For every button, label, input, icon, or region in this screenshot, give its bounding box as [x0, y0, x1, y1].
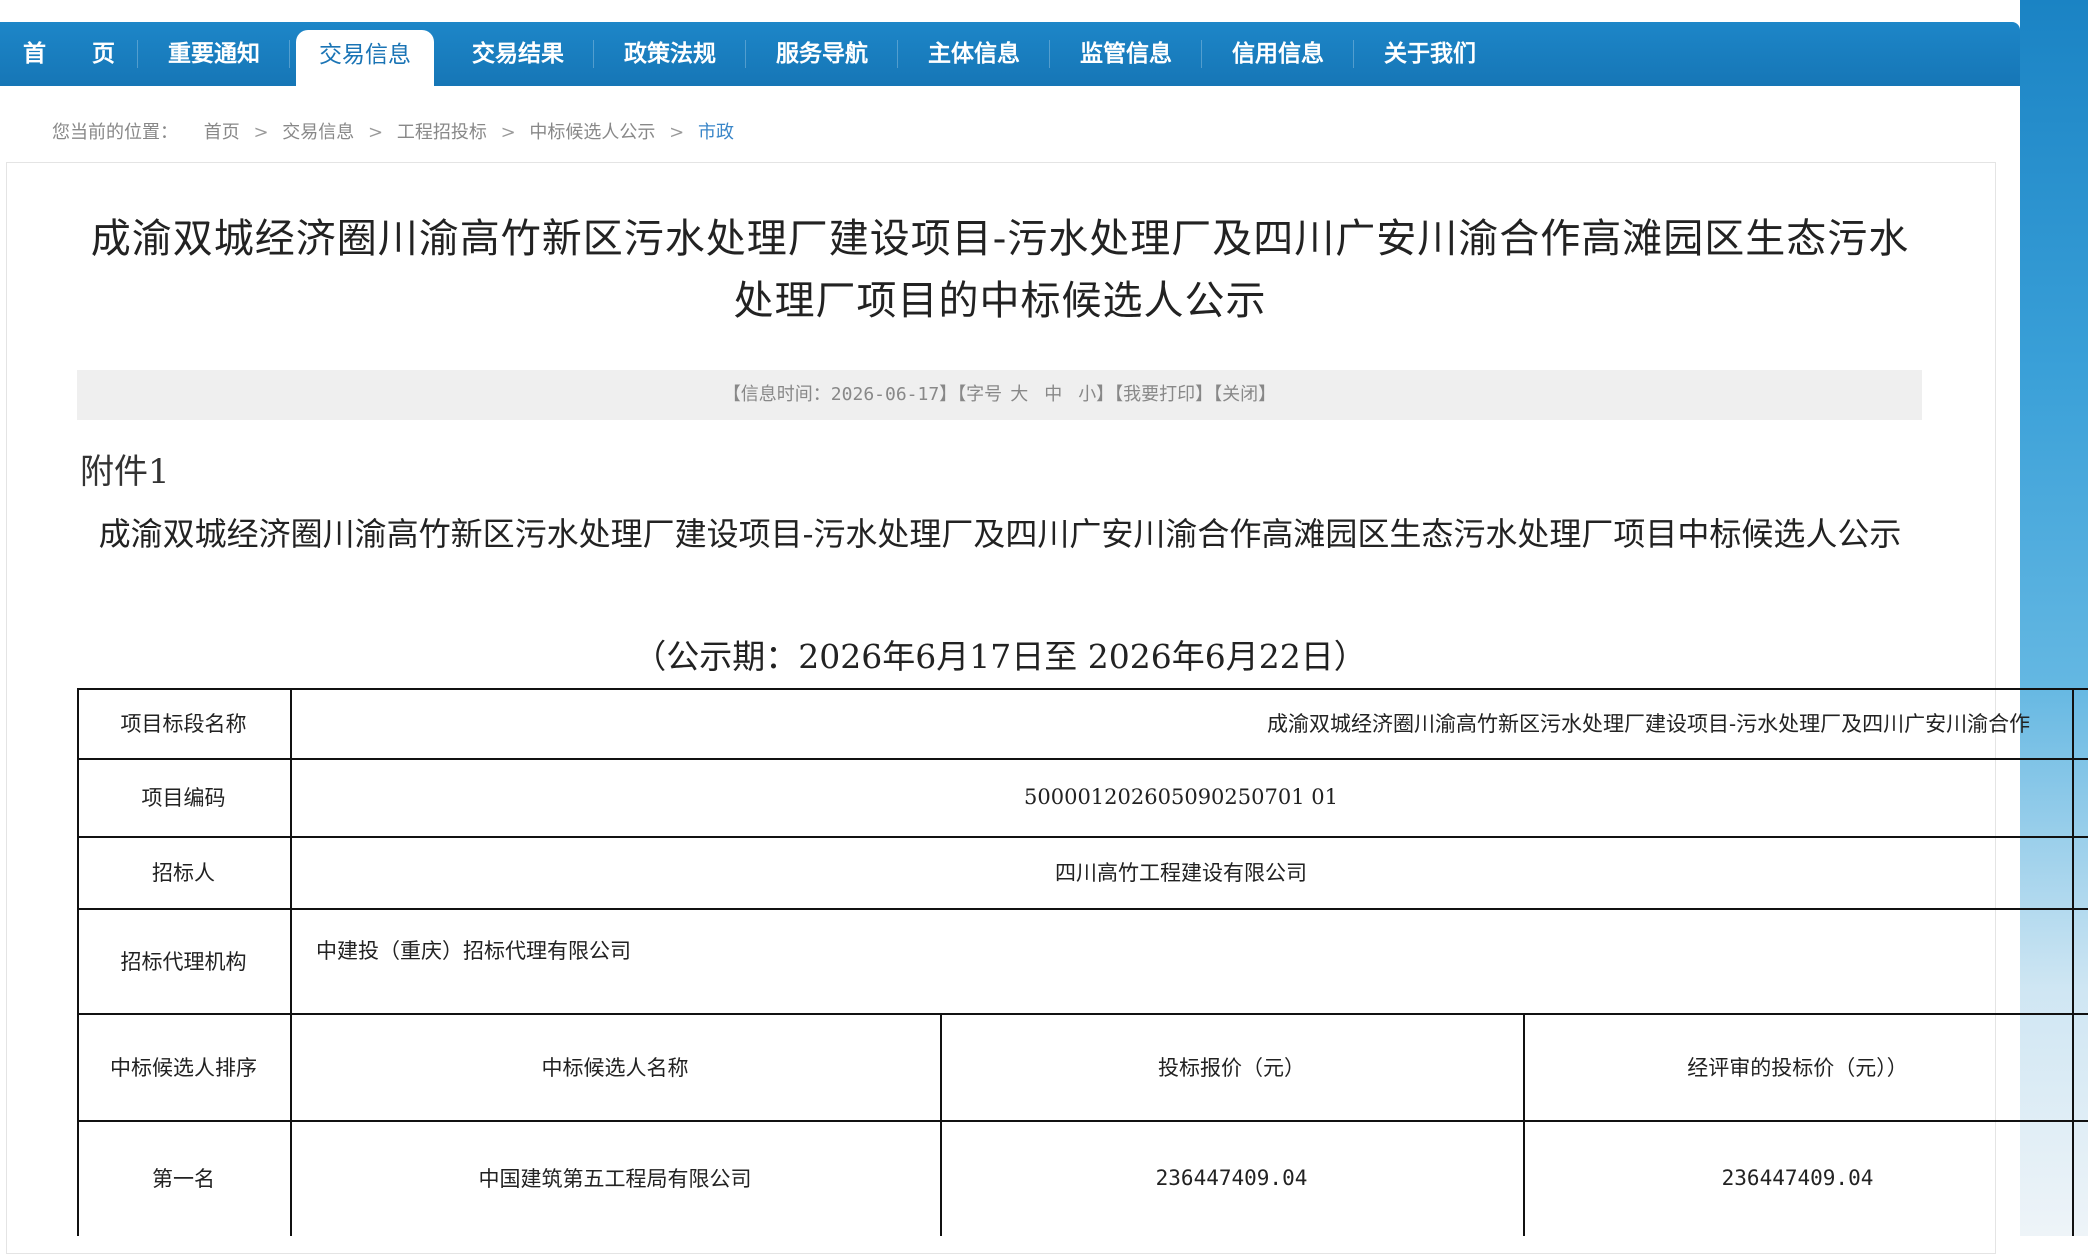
nav-trade-results[interactable]: 交易结果: [442, 22, 594, 86]
breadcrumb-trade-info[interactable]: 交易信息: [282, 118, 354, 148]
nav-entity-info[interactable]: 主体信息: [898, 22, 1050, 86]
header-bid-price: 投标报价（元）: [1158, 1055, 1305, 1080]
agency-label: 招标代理机构: [120, 949, 247, 974]
header-candidate-name: 中标候选人名称: [541, 1055, 689, 1080]
tenderer-value: 四川高竹工程建设有限公司: [1055, 861, 1307, 885]
info-date: 【信息时间：2026-06-17】: [722, 384, 958, 405]
header-rank: 中标候选人排序: [110, 1055, 257, 1080]
font-size-label: 【字号: [957, 384, 1003, 405]
candidate-table: 项目标段名称 成渝双城经济圈川渝高竹新区污水处理厂建设项目-污水处理厂及四川广安…: [77, 688, 2088, 1236]
breadcrumb-separator: >: [669, 122, 685, 143]
nav-home[interactable]: 首 页: [0, 22, 138, 86]
breadcrumb-separator: >: [253, 122, 269, 143]
project-name-value: 成渝双城经济圈川渝高竹新区污水处理厂建设项目-污水处理厂及四川广安川渝合作: [1267, 712, 2031, 736]
table-rule: [2072, 688, 2074, 1236]
row-bid-price: 236447409.04: [1155, 1166, 1308, 1190]
agency-value: 中建投（重庆）招标代理有限公司: [316, 939, 631, 963]
info-bar: 【信息时间：2026-06-17】【字号大中小】【我要打印】【关闭】: [77, 370, 1922, 420]
header-evaluated-price: 经评审的投标价（元））: [1687, 1055, 1908, 1080]
nav-trade-info[interactable]: 交易信息: [296, 30, 434, 86]
notice-period: （公示期：2026年6月17日至 2026年6月22日）: [633, 637, 1367, 676]
breadcrumb-current[interactable]: 市政: [698, 118, 734, 148]
font-size-small-link[interactable]: 小】: [1078, 384, 1114, 405]
project-code-label: 项目编码: [141, 786, 226, 810]
font-size-large-link[interactable]: 大: [1010, 384, 1028, 405]
breadcrumb-separator: >: [368, 122, 384, 143]
row-candidate-name: 中国建筑第五工程局有限公司: [478, 1167, 752, 1191]
breadcrumb-engineering-bidding[interactable]: 工程招投标: [397, 118, 487, 148]
nav-about-us[interactable]: 关于我们: [1354, 22, 1506, 86]
nav-supervision-info[interactable]: 监管信息: [1050, 22, 1202, 86]
breadcrumb-lead: 您当前的位置：: [52, 122, 178, 143]
page: 首 页 重要通知 交易信息 交易结果 政策法规 服务导航 主体信息 监管信息 信…: [0, 0, 2088, 1254]
print-link[interactable]: 【我要打印】: [1114, 384, 1213, 405]
row-evaluated-price: 236447409.04: [1721, 1166, 1874, 1190]
nav-important-notices[interactable]: 重要通知: [138, 22, 290, 86]
breadcrumb-home[interactable]: 首页: [204, 118, 240, 148]
font-size-medium-link[interactable]: 中: [1044, 384, 1062, 405]
project-code-value: 500001202605090250701 01: [1024, 785, 1338, 809]
breadcrumb-candidate-notice[interactable]: 中标候选人公示: [529, 118, 655, 148]
document-title: 成渝双城经济圈川渝高竹新区污水处理厂建设项目-污水处理厂及四川广安川渝合作高滩园…: [98, 515, 1902, 553]
nav-credit-info[interactable]: 信用信息: [1202, 22, 1354, 86]
nav-policies[interactable]: 政策法规: [594, 22, 746, 86]
tenderer-label: 招标人: [152, 861, 215, 885]
nav-service-guide[interactable]: 服务导航: [746, 22, 898, 86]
page-title: 成渝双城经济圈川渝高竹新区污水处理厂建设项目-污水处理厂及四川广安川渝合作高滩园…: [90, 216, 1910, 324]
close-link[interactable]: 【关闭】: [1213, 384, 1276, 405]
project-name-label: 项目标段名称: [120, 712, 247, 736]
attachment-label: 附件1: [80, 452, 170, 492]
breadcrumb-separator: >: [500, 122, 516, 143]
breadcrumb: 您当前的位置： 首页 > 交易信息 > 工程招投标 > 中标候选人公示 > 市政: [52, 118, 734, 148]
main-nav: 首 页 重要通知 交易信息 交易结果 政策法规 服务导航 主体信息 监管信息 信…: [0, 22, 2020, 86]
row-rank: 第一名: [152, 1167, 215, 1191]
